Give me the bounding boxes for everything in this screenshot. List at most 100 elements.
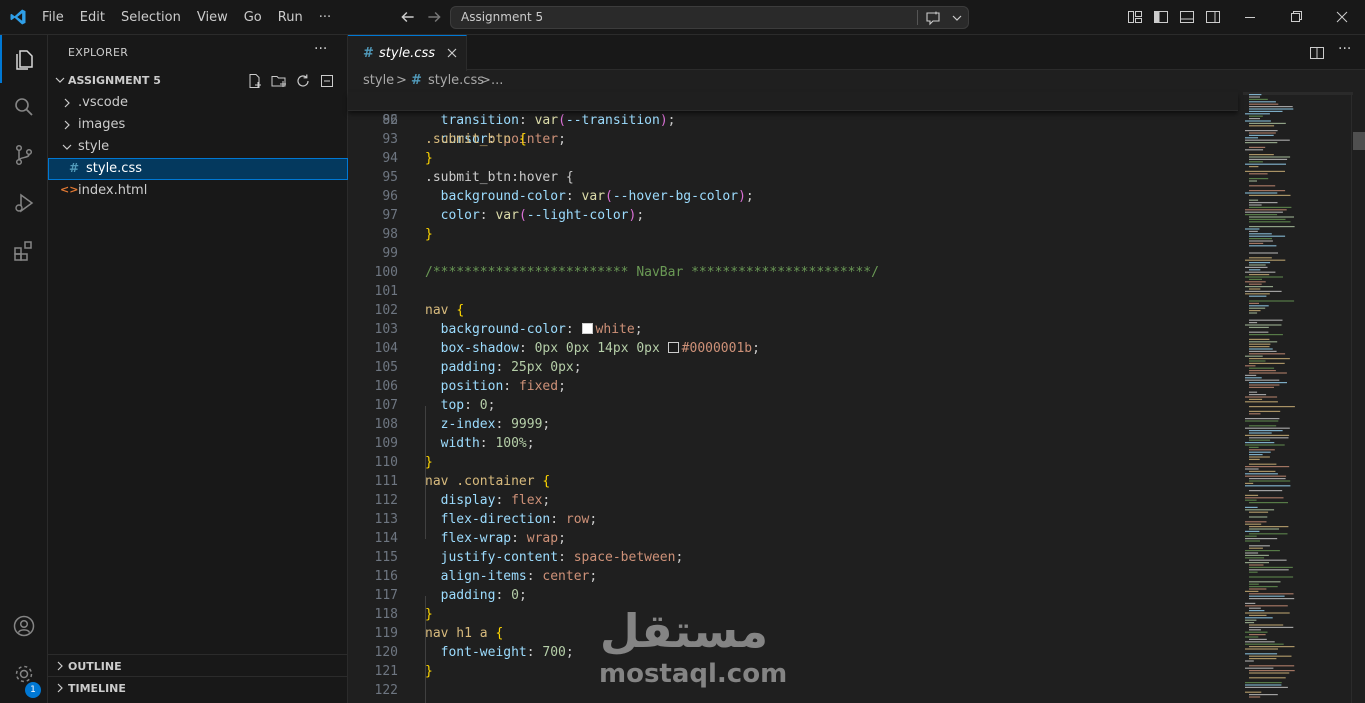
timeline-section[interactable]: TIMELINE [48, 676, 348, 698]
tree-item-style-folder[interactable]: style [48, 136, 348, 158]
tree-item-vscode[interactable]: .vscode [48, 92, 348, 114]
minimap-line [1249, 106, 1293, 108]
code-line[interactable]: 118} [348, 605, 1238, 624]
tab-style-css[interactable]: # style.css [348, 35, 467, 71]
code-line[interactable]: 102 nav { [348, 301, 1238, 320]
close-icon[interactable] [445, 46, 459, 60]
css-file-icon: # [69, 161, 80, 175]
source-control-activity[interactable] [0, 131, 48, 179]
refresh-icon[interactable] [294, 72, 312, 90]
code-line[interactable]: 121} [348, 662, 1238, 681]
manage-activity[interactable]: 1 [0, 650, 48, 698]
menu-run[interactable]: Run [270, 0, 311, 35]
minimap-line [1249, 240, 1273, 242]
code-line[interactable]: 99 [348, 244, 1238, 263]
sticky-scroll-line[interactable]: 86 .submit_btn { [348, 92, 1238, 147]
minimap-line [1249, 502, 1288, 504]
vscode-logo-icon [10, 9, 26, 25]
menu-edit[interactable]: Edit [72, 0, 113, 35]
code-line[interactable]: 100 /************************* NavBar ***… [348, 263, 1238, 282]
menu-file[interactable]: File [34, 0, 72, 35]
split-editor-icon[interactable] [1309, 45, 1325, 61]
code-line[interactable]: 112 display: flex; [348, 491, 1238, 510]
toggle-primary-sidebar-icon[interactable] [1153, 9, 1169, 25]
line-number: 113 [374, 512, 398, 527]
code-line[interactable]: 122 [348, 681, 1238, 700]
code-line[interactable]: 110} [348, 453, 1238, 472]
code-line[interactable]: 92 transition: var(--transition); [348, 111, 1238, 130]
code-line[interactable]: 105 padding: 25px 0px; [348, 358, 1238, 377]
back-arrow-icon[interactable] [399, 8, 417, 26]
menu-view[interactable]: View [189, 0, 236, 35]
minimap-line [1249, 588, 1267, 590]
tree-item-style-css[interactable]: # style.css [48, 158, 348, 180]
scrollbar-thumb[interactable] [1353, 132, 1365, 150]
tree-item-images[interactable]: images [48, 114, 348, 136]
code-line[interactable]: 98} [348, 225, 1238, 244]
collapse-all-icon[interactable] [318, 72, 336, 90]
new-folder-icon[interactable] [270, 72, 288, 90]
code-line[interactable]: 114 flex-wrap: wrap; [348, 529, 1238, 548]
minimap-line [1249, 559, 1287, 561]
code-line[interactable]: 101 [348, 282, 1238, 301]
chevron-right-icon [64, 98, 70, 108]
minimap-line [1245, 617, 1273, 619]
breadcrumb-folder[interactable]: style [363, 73, 394, 88]
minimize-icon[interactable] [1227, 0, 1273, 35]
explorer-more-button[interactable]: ··· [314, 41, 327, 57]
code-line[interactable]: 96 background-color: var(--hover-bg-colo… [348, 187, 1238, 206]
code-line[interactable]: 115 justify-content: space-between; [348, 548, 1238, 567]
code-line[interactable]: 94} [348, 149, 1238, 168]
restore-icon[interactable] [1273, 0, 1319, 35]
forward-arrow-icon[interactable] [425, 8, 443, 26]
code-line[interactable]: 109 width: 100%; [348, 434, 1238, 453]
code-line[interactable]: 113 flex-direction: row; [348, 510, 1238, 529]
minimap-line [1249, 331, 1269, 333]
menu-selection[interactable]: Selection [113, 0, 189, 35]
tree-item-index-html[interactable]: <> index.html [48, 180, 348, 202]
new-file-icon[interactable] [246, 72, 264, 90]
minimap-line [1249, 178, 1269, 180]
vertical-scrollbar[interactable] [1351, 92, 1365, 703]
accounts-activity[interactable] [0, 602, 48, 650]
run-debug-activity[interactable] [0, 179, 48, 227]
editor-more-button[interactable]: ··· [1338, 41, 1351, 57]
code-line[interactable]: 120 font-weight: 700; [348, 643, 1238, 662]
code-line[interactable]: 107 top: 0; [348, 396, 1238, 415]
breadcrumb-file[interactable]: style.css [428, 73, 484, 88]
explorer-activity[interactable] [0, 35, 48, 83]
minimap-line [1249, 295, 1267, 297]
code-line[interactable]: 103 background-color: white; [348, 320, 1238, 339]
code-line[interactable]: 97 color: var(--light-color); [348, 206, 1238, 225]
search-activity[interactable] [0, 83, 48, 131]
minimap-line [1245, 271, 1276, 273]
menu-go[interactable]: Go [236, 0, 270, 35]
outline-section[interactable]: OUTLINE [48, 654, 348, 676]
toggle-panel-icon[interactable] [1179, 9, 1195, 25]
code-line[interactable]: 111 nav .container { [348, 472, 1238, 491]
close-window-icon[interactable] [1319, 0, 1365, 35]
workspace-folder-header[interactable]: ASSIGNMENT 5 [48, 70, 348, 92]
code-editor[interactable]: 92 transition: var(--transition); 93 curs… [348, 92, 1238, 703]
toggle-secondary-sidebar-icon[interactable] [1205, 9, 1221, 25]
chevron-down-icon[interactable] [951, 12, 963, 24]
code-line[interactable]: 119 nav h1 a { [348, 624, 1238, 643]
code-line[interactable]: 106 position: fixed; [348, 377, 1238, 396]
code-line[interactable]: 117 padding: 0; [348, 586, 1238, 605]
activity-bar: 1 [0, 35, 48, 703]
customize-layout-icon[interactable] [1127, 9, 1143, 25]
code-line[interactable]: 116 align-items: center; [348, 567, 1238, 586]
extensions-activity[interactable] [0, 227, 48, 275]
menu-more[interactable]: ··· [311, 0, 339, 35]
breadcrumb-symbol[interactable]: ... [491, 73, 503, 88]
code-line[interactable]: 104 box-shadow: 0px 0px 14px 0px #000000… [348, 339, 1238, 358]
command-center-label: Assignment 5 [461, 10, 544, 24]
line-number: 120 [374, 645, 398, 660]
command-center[interactable]: Assignment 5 [450, 6, 969, 29]
chat-icon[interactable] [925, 10, 941, 26]
line-number: 101 [374, 284, 398, 299]
code-line[interactable]: 95 .submit_btn:hover { [348, 168, 1238, 187]
code-line[interactable]: 108 z-index: 9999; [348, 415, 1238, 434]
minimap[interactable] [1243, 92, 1353, 703]
minimap-line [1245, 379, 1280, 381]
